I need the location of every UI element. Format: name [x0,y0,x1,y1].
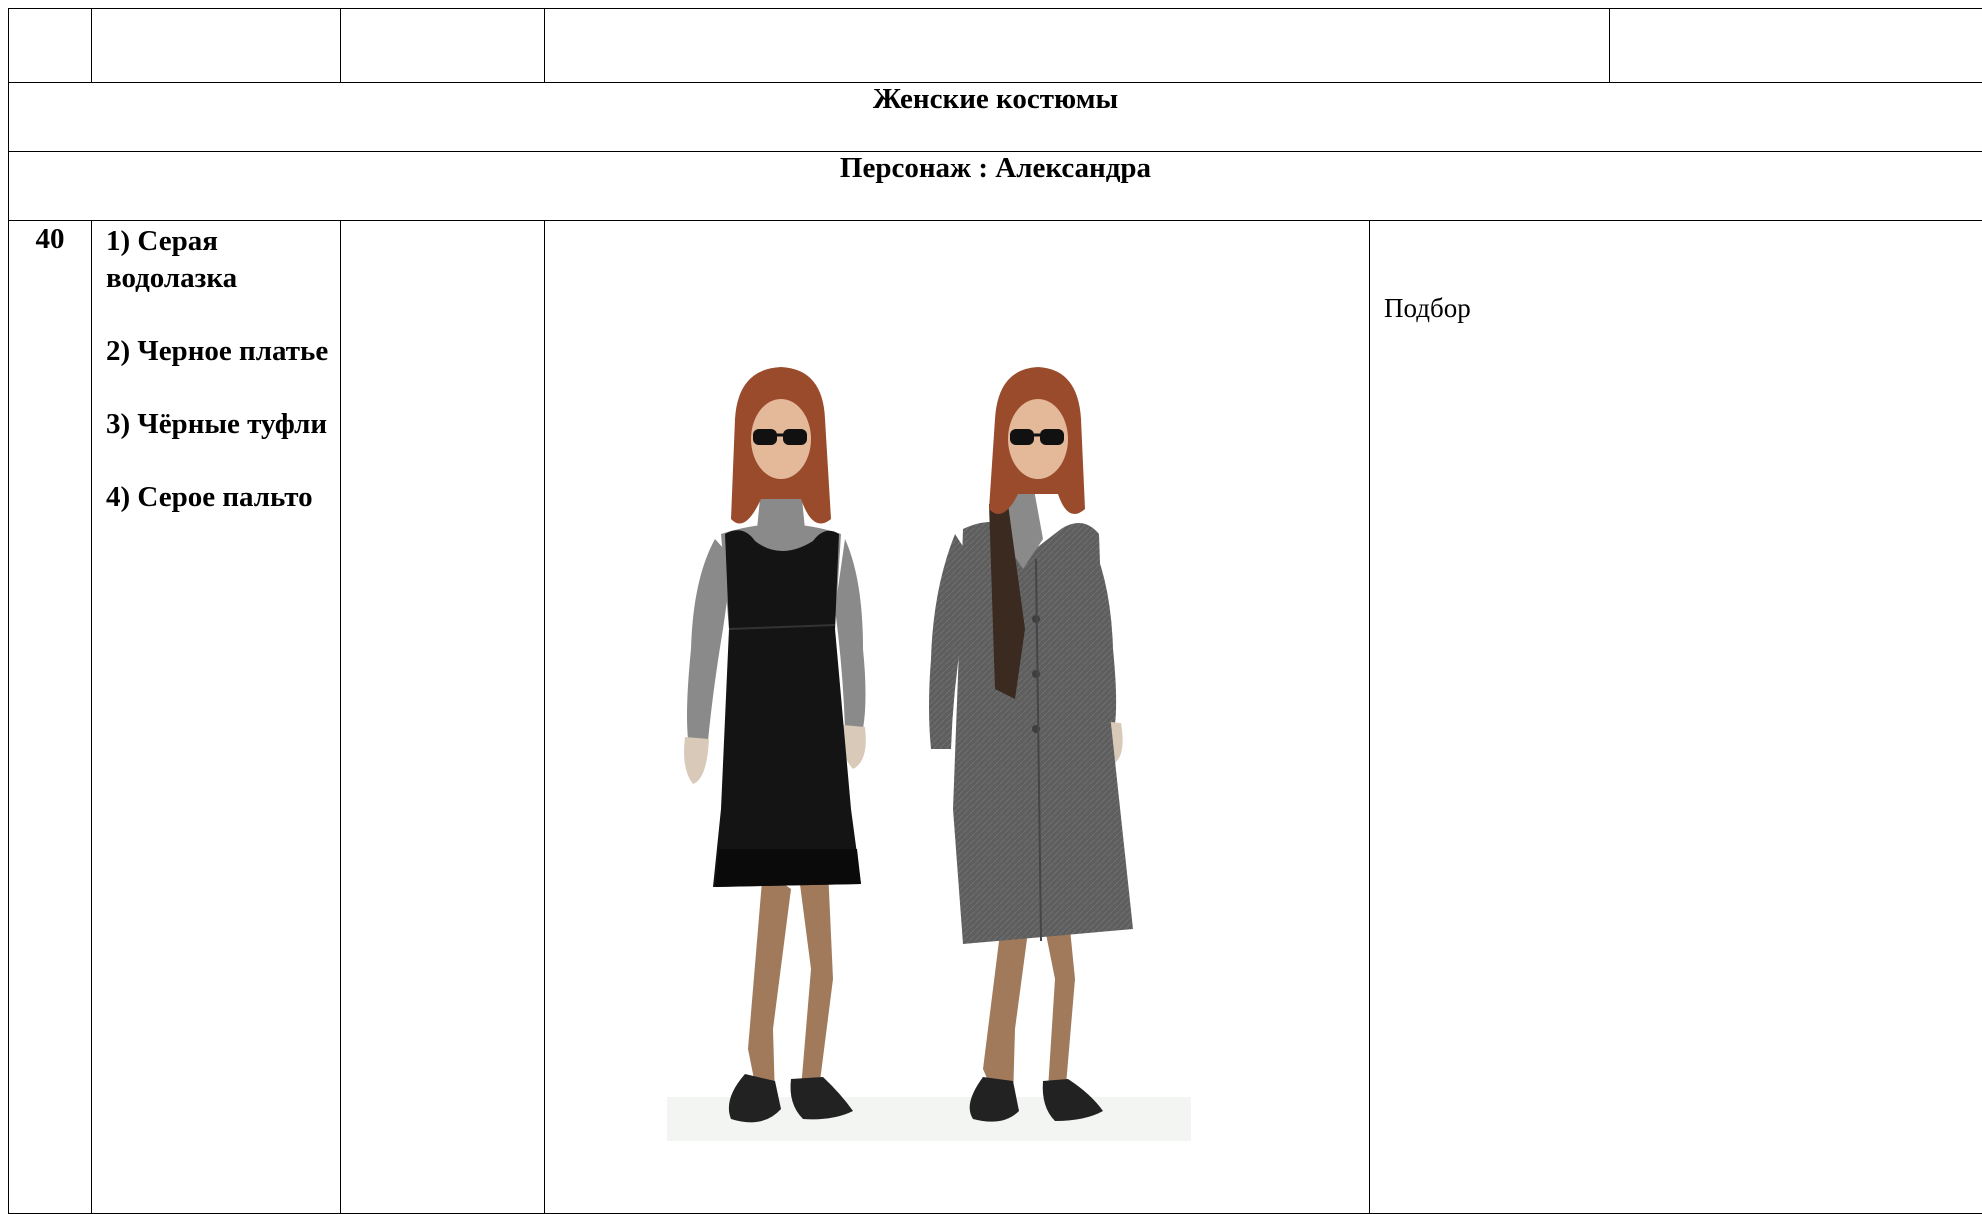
item-turtleneck: 1) Серая водолазка [106,223,330,297]
character-row: Персонаж : Александра [9,152,1982,221]
entry-row: 40 1) Серая водолазка 2) Черное платье 3… [9,221,1982,1214]
header-row [9,9,1982,83]
figure-dress [684,367,866,1122]
entry-number: 40 [9,221,92,1214]
costume-sheet: Женские костюмы Персонаж : Александра 40… [0,0,1982,1139]
character-heading: Персонаж : Александра [9,152,1982,221]
item-dress: 2) Черное платье [106,333,330,370]
costume-illustration [663,329,1183,1141]
items-list: 1) Серая водолазка 2) Черное платье 3) Ч… [92,221,341,1214]
costume-table: Женские костюмы Персонаж : Александра 40… [8,8,1982,1214]
header-cell-note [1610,9,1982,83]
item-shoes: 3) Чёрные туфли [106,406,330,443]
header-cell-photo [545,9,1610,83]
section-row: Женские костюмы [9,83,1982,152]
item-coat: 4) Серое пальто [106,479,330,516]
header-cell-number [9,9,92,83]
header-cell-items [92,9,341,83]
figure-coat [929,367,1133,1122]
header-cell-empty [341,9,545,83]
costume-photo-cell [545,221,1370,1214]
empty-cell [341,221,545,1214]
selection-note: Подбор [1370,221,1982,1214]
section-title: Женские костюмы [9,83,1982,152]
